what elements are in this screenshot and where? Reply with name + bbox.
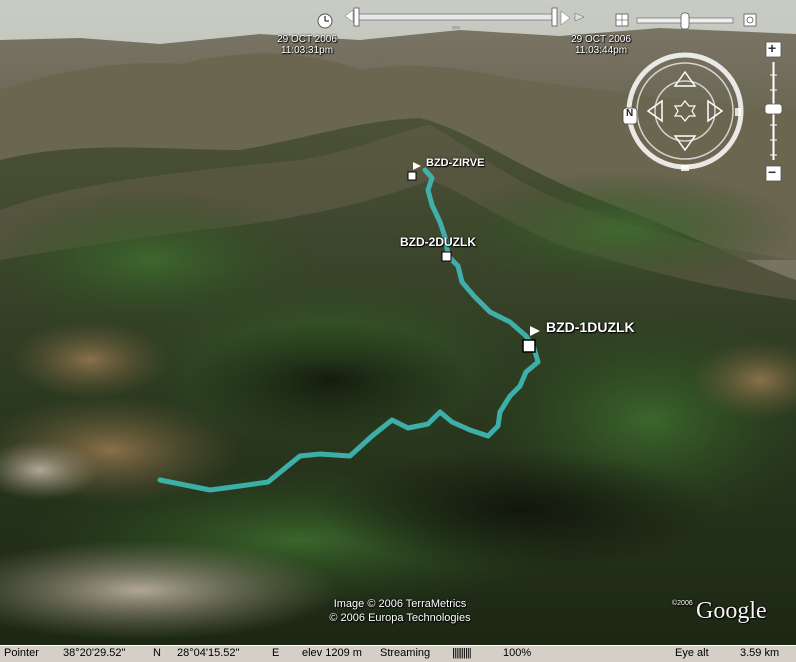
attribution-line-1: Image © 2006 TerraMetrics xyxy=(333,598,467,610)
end-time: 11:03:44pm xyxy=(574,45,628,56)
slider-end-handle[interactable] xyxy=(551,7,558,27)
slider-end-label: 29 OCT 2006 11:03:44pm xyxy=(556,34,646,56)
slider-start-handle[interactable] xyxy=(353,7,360,27)
placemark-marker-2duzlk[interactable] xyxy=(441,251,452,262)
slider-grip[interactable] xyxy=(452,26,460,29)
status-bar: Pointer 38°20'29.52" N 28°04'15.52" E el… xyxy=(0,645,796,662)
eye-alt-label: Eye alt xyxy=(675,647,709,659)
latitude-hemisphere: N xyxy=(153,647,161,659)
streaming-progress-bar: |||||||||| xyxy=(452,647,472,659)
elevation-readout: elev 1209 m xyxy=(302,647,362,659)
attribution: Image © 2006 TerraMetrics © 2006 Europa … xyxy=(300,597,500,625)
start-date: 29 OCT 2006 xyxy=(277,34,337,45)
terrain-view[interactable] xyxy=(0,0,796,645)
pointer-longitude: 28°04'15.52" xyxy=(177,647,240,659)
streaming-label: Streaming xyxy=(380,647,431,659)
slider-start-label: 29 OCT 2006 11:03:31pm xyxy=(262,34,352,56)
north-label: N xyxy=(626,108,634,119)
pointer-latitude: 38°20'29.52" xyxy=(63,647,126,659)
placemark-marker-zirve[interactable] xyxy=(407,171,417,181)
eye-alt-value: 3.59 km xyxy=(740,647,780,659)
opacity-slider-handle[interactable] xyxy=(680,12,690,30)
google-logo: Google xyxy=(696,598,767,624)
pointer-label: Pointer xyxy=(4,647,39,659)
attribution-line-2: © 2006 Europa Technologies xyxy=(329,612,471,624)
placemark-label-zirve[interactable]: BZD-ZIRVE xyxy=(426,157,484,169)
streaming-percent: 100% xyxy=(503,647,532,659)
valley-shadow xyxy=(320,450,720,570)
end-date: 29 OCT 2006 xyxy=(571,34,631,45)
slider-track[interactable] xyxy=(357,13,555,21)
start-time: 11:03:31pm xyxy=(280,45,334,56)
placemark-label-1duzlk[interactable]: BZD-1DUZLK xyxy=(546,319,635,335)
bare-ground xyxy=(10,320,170,400)
zoom-slider-handle[interactable] xyxy=(764,103,783,115)
longitude-hemisphere: E xyxy=(272,647,280,659)
placemark-label-2duzlk[interactable]: BZD-2DUZLK xyxy=(400,235,476,249)
map-viewport[interactable]: 29 OCT 2006 11:03:31pm 29 OCT 2006 11:03… xyxy=(0,0,796,645)
logo-year: ©2006 xyxy=(672,600,693,607)
zoom-in-label: + xyxy=(768,40,777,56)
sun-icon[interactable] xyxy=(743,13,757,27)
placemark-marker-1duzlk[interactable] xyxy=(522,339,536,353)
forest-patch xyxy=(440,170,796,290)
zoom-out-label: − xyxy=(768,164,777,180)
